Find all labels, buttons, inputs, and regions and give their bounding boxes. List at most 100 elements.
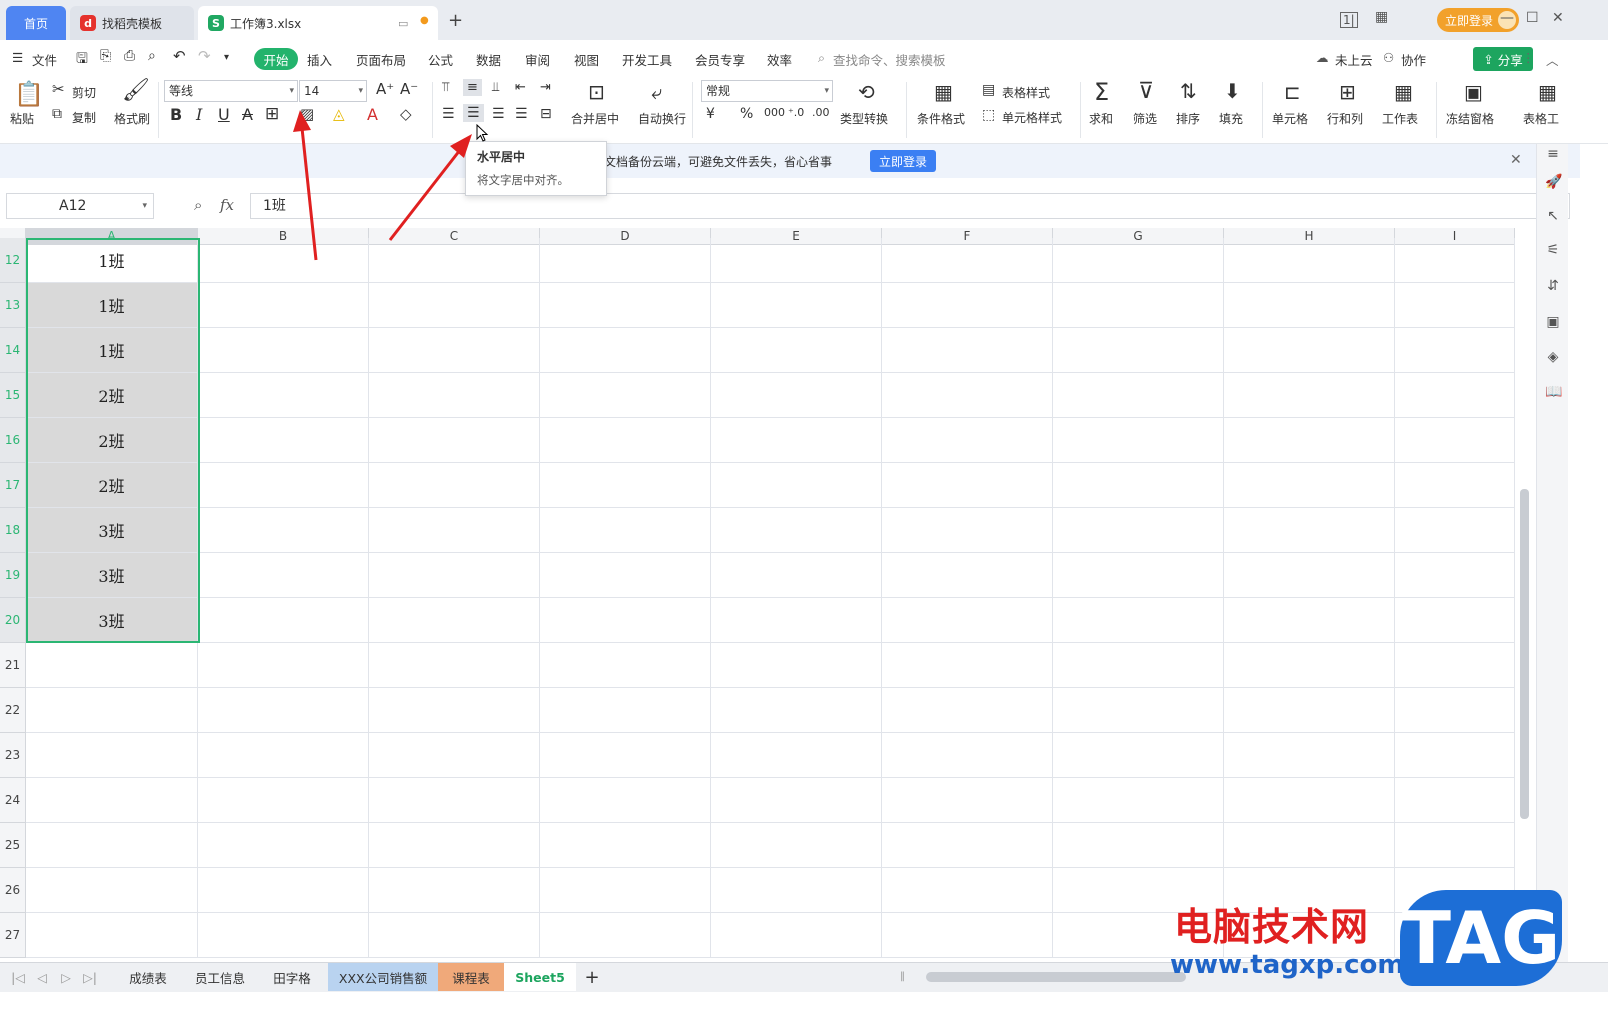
print-icon[interactable]: ⎙ bbox=[124, 48, 135, 64]
merge-center-button[interactable]: 合并居中 bbox=[571, 110, 619, 127]
type-convert-icon[interactable]: ⟲ bbox=[858, 82, 875, 102]
row-header[interactable]: 15 bbox=[0, 373, 26, 418]
name-box[interactable]: A12 bbox=[6, 193, 154, 219]
format-painter-button[interactable]: 格式刷 bbox=[114, 110, 150, 127]
grid-cell[interactable] bbox=[369, 283, 540, 328]
grid-cell[interactable] bbox=[711, 778, 882, 823]
maximize-button[interactable]: ☐ bbox=[1526, 10, 1539, 26]
row-header[interactable]: 19 bbox=[0, 553, 26, 598]
grid-cell[interactable] bbox=[711, 643, 882, 688]
grid-cell[interactable] bbox=[369, 598, 540, 643]
number-format-select[interactable]: 常规 bbox=[701, 80, 833, 102]
grid-cell[interactable] bbox=[198, 328, 369, 373]
grid-cell[interactable] bbox=[882, 823, 1053, 868]
grid-cell[interactable] bbox=[711, 868, 882, 913]
border-icon[interactable]: ⊞ bbox=[265, 106, 279, 123]
justify-icon[interactable]: ☰ bbox=[515, 107, 528, 121]
grid-cell[interactable] bbox=[1224, 643, 1395, 688]
grid-cell[interactable] bbox=[882, 688, 1053, 733]
align-middle-icon[interactable]: ≡ bbox=[463, 79, 482, 96]
grid-cell[interactable] bbox=[711, 733, 882, 778]
sidebar-menu-icon[interactable]: ≡ bbox=[1545, 146, 1561, 162]
grid-cell[interactable] bbox=[711, 688, 882, 733]
menu-developer[interactable]: 开发工具 bbox=[622, 50, 672, 69]
grid-cell[interactable] bbox=[198, 733, 369, 778]
tab-template-store[interactable]: d 找稻壳模板 bbox=[70, 6, 194, 40]
grid-cell[interactable] bbox=[369, 733, 540, 778]
prev-sheet-icon[interactable]: ◁ bbox=[34, 963, 50, 991]
grid-cell[interactable] bbox=[711, 328, 882, 373]
grid-cell[interactable] bbox=[198, 418, 369, 463]
freeze-panes-button[interactable]: 冻结窗格 bbox=[1446, 110, 1494, 127]
grid-cell[interactable] bbox=[540, 508, 711, 553]
grid-cell[interactable] bbox=[1395, 688, 1515, 733]
cell-style-button[interactable]: 单元格样式 bbox=[1002, 109, 1062, 126]
grid-cell[interactable] bbox=[711, 823, 882, 868]
grid-cell[interactable] bbox=[198, 688, 369, 733]
grid-cell[interactable] bbox=[1053, 508, 1224, 553]
grid-cell[interactable] bbox=[26, 643, 198, 688]
strikethrough-icon[interactable]: A bbox=[242, 107, 253, 123]
row-header[interactable]: 26 bbox=[0, 868, 26, 913]
grid-cell[interactable] bbox=[711, 508, 882, 553]
fill-icon[interactable]: ⬇ bbox=[1224, 81, 1241, 101]
close-button[interactable]: ✕ bbox=[1552, 10, 1564, 26]
grid-cell[interactable] bbox=[1224, 328, 1395, 373]
settings-slider-icon[interactable]: ⚟ bbox=[1545, 242, 1561, 258]
conditional-format-button[interactable]: 条件格式 bbox=[917, 110, 965, 127]
grid-cell[interactable] bbox=[1053, 373, 1224, 418]
row-header[interactable]: 16 bbox=[0, 418, 26, 463]
collapse-ribbon-icon[interactable]: ︿ bbox=[1546, 50, 1559, 69]
grid-cell[interactable] bbox=[540, 238, 711, 283]
grid-cell[interactable] bbox=[1224, 283, 1395, 328]
grid-cell[interactable] bbox=[1053, 463, 1224, 508]
grid-cell[interactable] bbox=[711, 373, 882, 418]
grid-cell[interactable] bbox=[369, 688, 540, 733]
auto-wrap-button[interactable]: 自动换行 bbox=[638, 110, 686, 127]
grid-cell[interactable] bbox=[540, 688, 711, 733]
grid-cell[interactable] bbox=[540, 328, 711, 373]
row-col-icon[interactable]: ⊞ bbox=[1339, 82, 1356, 102]
format-painter-icon[interactable]: 🖌 bbox=[122, 80, 150, 102]
compass-icon[interactable]: ◈ bbox=[1545, 349, 1561, 365]
scissors-icon[interactable]: ✂ bbox=[52, 82, 65, 97]
grid-cell[interactable] bbox=[198, 508, 369, 553]
conditional-format-icon[interactable]: ▦ bbox=[934, 82, 953, 102]
row-header[interactable]: 12 bbox=[0, 238, 26, 283]
grid-cell[interactable] bbox=[882, 463, 1053, 508]
grid-cell[interactable] bbox=[540, 823, 711, 868]
font-size-select[interactable]: 14 bbox=[299, 80, 367, 102]
notice-login-button[interactable]: 立即登录 bbox=[870, 150, 936, 172]
grid-cell[interactable] bbox=[540, 463, 711, 508]
last-sheet-icon[interactable]: ▷| bbox=[82, 963, 98, 991]
grid-cell[interactable] bbox=[882, 328, 1053, 373]
worksheet-icon[interactable]: ▦ bbox=[1394, 82, 1413, 102]
font-name-select[interactable]: 等线 bbox=[164, 80, 298, 102]
grid-cell[interactable] bbox=[369, 643, 540, 688]
grid-cell[interactable] bbox=[369, 868, 540, 913]
grid-cell[interactable] bbox=[1224, 688, 1395, 733]
row-header[interactable]: 14 bbox=[0, 328, 26, 373]
row-header[interactable]: 21 bbox=[0, 643, 26, 688]
grid-cell[interactable] bbox=[1053, 598, 1224, 643]
cell-style-icon[interactable]: ⬚ bbox=[982, 108, 995, 122]
align-right-icon[interactable]: ☰ bbox=[492, 107, 505, 121]
grid-cell[interactable] bbox=[540, 418, 711, 463]
wrap-text-icon[interactable]: ⤶ bbox=[651, 82, 662, 102]
grid-cell[interactable] bbox=[540, 598, 711, 643]
grid-cell[interactable] bbox=[1224, 778, 1395, 823]
grid-cell[interactable] bbox=[540, 733, 711, 778]
align-bottom-icon[interactable]: ⫫ bbox=[492, 81, 499, 94]
decrease-decimal-icon[interactable]: .00 bbox=[812, 107, 830, 118]
percent-icon[interactable]: % bbox=[740, 107, 753, 121]
grid-cell[interactable] bbox=[1224, 733, 1395, 778]
grid-cell[interactable] bbox=[1053, 643, 1224, 688]
bold-icon[interactable]: B bbox=[170, 107, 182, 123]
grid-cell[interactable] bbox=[26, 778, 198, 823]
grid-cell[interactable] bbox=[882, 418, 1053, 463]
sum-icon[interactable]: Σ bbox=[1094, 80, 1109, 104]
grid-cell[interactable] bbox=[882, 373, 1053, 418]
menu-start[interactable]: 开始 bbox=[254, 48, 298, 70]
grid-cell[interactable] bbox=[711, 463, 882, 508]
grid-cell[interactable] bbox=[1053, 553, 1224, 598]
